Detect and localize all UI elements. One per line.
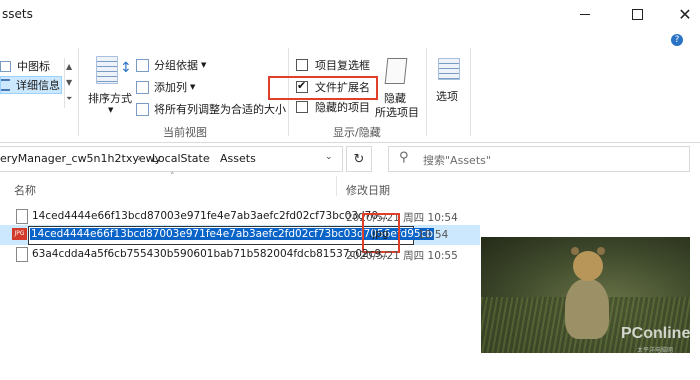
add-columns-label: 添加列 [154,81,187,94]
sort-icon [96,56,118,84]
hide-selected-line2: 所选项目 [375,106,419,119]
rename-field[interactable]: 14ced4444e66f13bcd87003e971fe4e7ab3aefc2… [28,226,435,245]
search-placeholder: 搜索"Assets" [423,154,491,167]
group-by-icon [136,58,149,72]
add-columns-button[interactable]: 添加列 ▼ [136,78,195,96]
minimize-icon [580,13,590,15]
size-columns-label: 将所有列调整为合适的大小 [154,103,286,116]
close-button[interactable]: ✕ [662,0,700,28]
options-label: 选项 [436,90,458,103]
maximize-icon [631,8,643,20]
watermark-subtext: 太平洋电脑网 [637,347,674,353]
maximize-button[interactable] [614,0,660,28]
cheetah-cub-head [573,251,603,281]
jpg-file-icon: JPG [12,228,27,240]
crumb-separator: › [137,151,142,164]
close-icon: ✕ [678,4,692,24]
layout-scroll[interactable]: ▲ ▼ ⏷ [64,58,74,108]
file-icon [16,209,28,224]
file-date: 2020/5/21 周四 10:55 [346,250,458,262]
layout-details[interactable]: 详细信息 [0,76,62,94]
details-icon [1,79,10,91]
watermark-text: PConline [621,325,690,342]
hide-selected-icon [384,58,408,84]
file-name: 14ced4444e66f13bcd87003e971fe4e7ab3aefc2… [32,210,389,222]
group-by-button[interactable]: 分组依据 ▼ [136,56,206,74]
cheetah-cub-body [565,279,609,339]
add-columns-icon [136,80,149,94]
history-dropdown-icon[interactable]: ⌄ [325,152,333,162]
item-checkboxes-label: 项目复选框 [315,59,370,72]
preview-image: PConline 太平洋电脑网 [481,237,690,353]
sort-arrow-icon: ˄ [170,172,175,182]
crumb-separator: › [206,151,211,164]
file-row[interactable]: 63a4cdda4a5f6cb755430b590601bab71b582004… [0,244,480,264]
help-icon: ? [671,34,683,46]
medium-icons-icon [0,60,11,72]
file-icon [16,247,28,262]
hidden-items-checkbox[interactable] [296,101,308,113]
layout-medium-icons[interactable]: 中图标 [0,58,60,74]
group-current-view: 当前视图 [163,126,207,139]
title-bar: ssets ✕ [0,0,700,28]
address-bar[interactable]: eryManager_cw5n1h2txyewy › LocalState › … [0,146,343,172]
ribbon: 中图标 详细信息 ▲ ▼ ⏷ ↕ 排序方式 ▼ 分组依据 ▼ 添加列 ▼ 将所有… [0,28,700,143]
crumb-assets[interactable]: Assets [220,152,256,165]
column-date-header[interactable]: 修改日期 [346,182,390,198]
group-by-label: 分组依据 [154,59,198,72]
sort-label: 排序方式 [88,92,132,105]
column-name-header[interactable]: 名称 [14,182,36,198]
options-icon [438,58,460,80]
file-row-selected[interactable]: JPG 14ced4444e66f13bcd87003e971fe4e7ab3a… [0,225,480,245]
refresh-icon: ↻ [353,151,365,167]
crumb-localstate[interactable]: LocalState [152,152,210,165]
size-columns-button[interactable]: 将所有列调整为合适的大小 [136,100,286,118]
item-checkboxes-toggle[interactable]: 项目复选框 [296,58,370,72]
search-icon: ⚲ [399,150,409,165]
hidden-items-toggle[interactable]: 隐藏的项目 [296,100,370,114]
details-label: 详细信息 [16,79,60,92]
file-date: 10:54 [418,229,449,241]
minimize-button[interactable] [562,0,608,28]
sort-by-button[interactable]: ↕ 排序方式 ▼ [86,56,132,132]
help-button[interactable]: ? [662,30,692,50]
search-box[interactable]: ⚲ 搜索"Assets" [388,146,690,172]
annotation-box-extensions [268,76,378,100]
group-show-hide: 显示/隐藏 [333,126,381,139]
medium-icons-label: 中图标 [17,60,50,73]
refresh-button[interactable]: ↻ [346,146,372,172]
file-name: 63a4cdda4a5f6cb755430b590601bab71b582004… [32,248,392,260]
item-checkboxes-checkbox[interactable] [296,59,308,71]
expand-gallery-icon: ⏷ [66,94,73,103]
hidden-items-label: 隐藏的项目 [315,101,370,114]
window-title: ssets [2,7,33,21]
size-columns-icon [136,102,149,116]
file-row[interactable]: 14ced4444e66f13bcd87003e971fe4e7ab3aefc2… [0,206,480,226]
options-button[interactable]: 选项 [432,56,466,126]
